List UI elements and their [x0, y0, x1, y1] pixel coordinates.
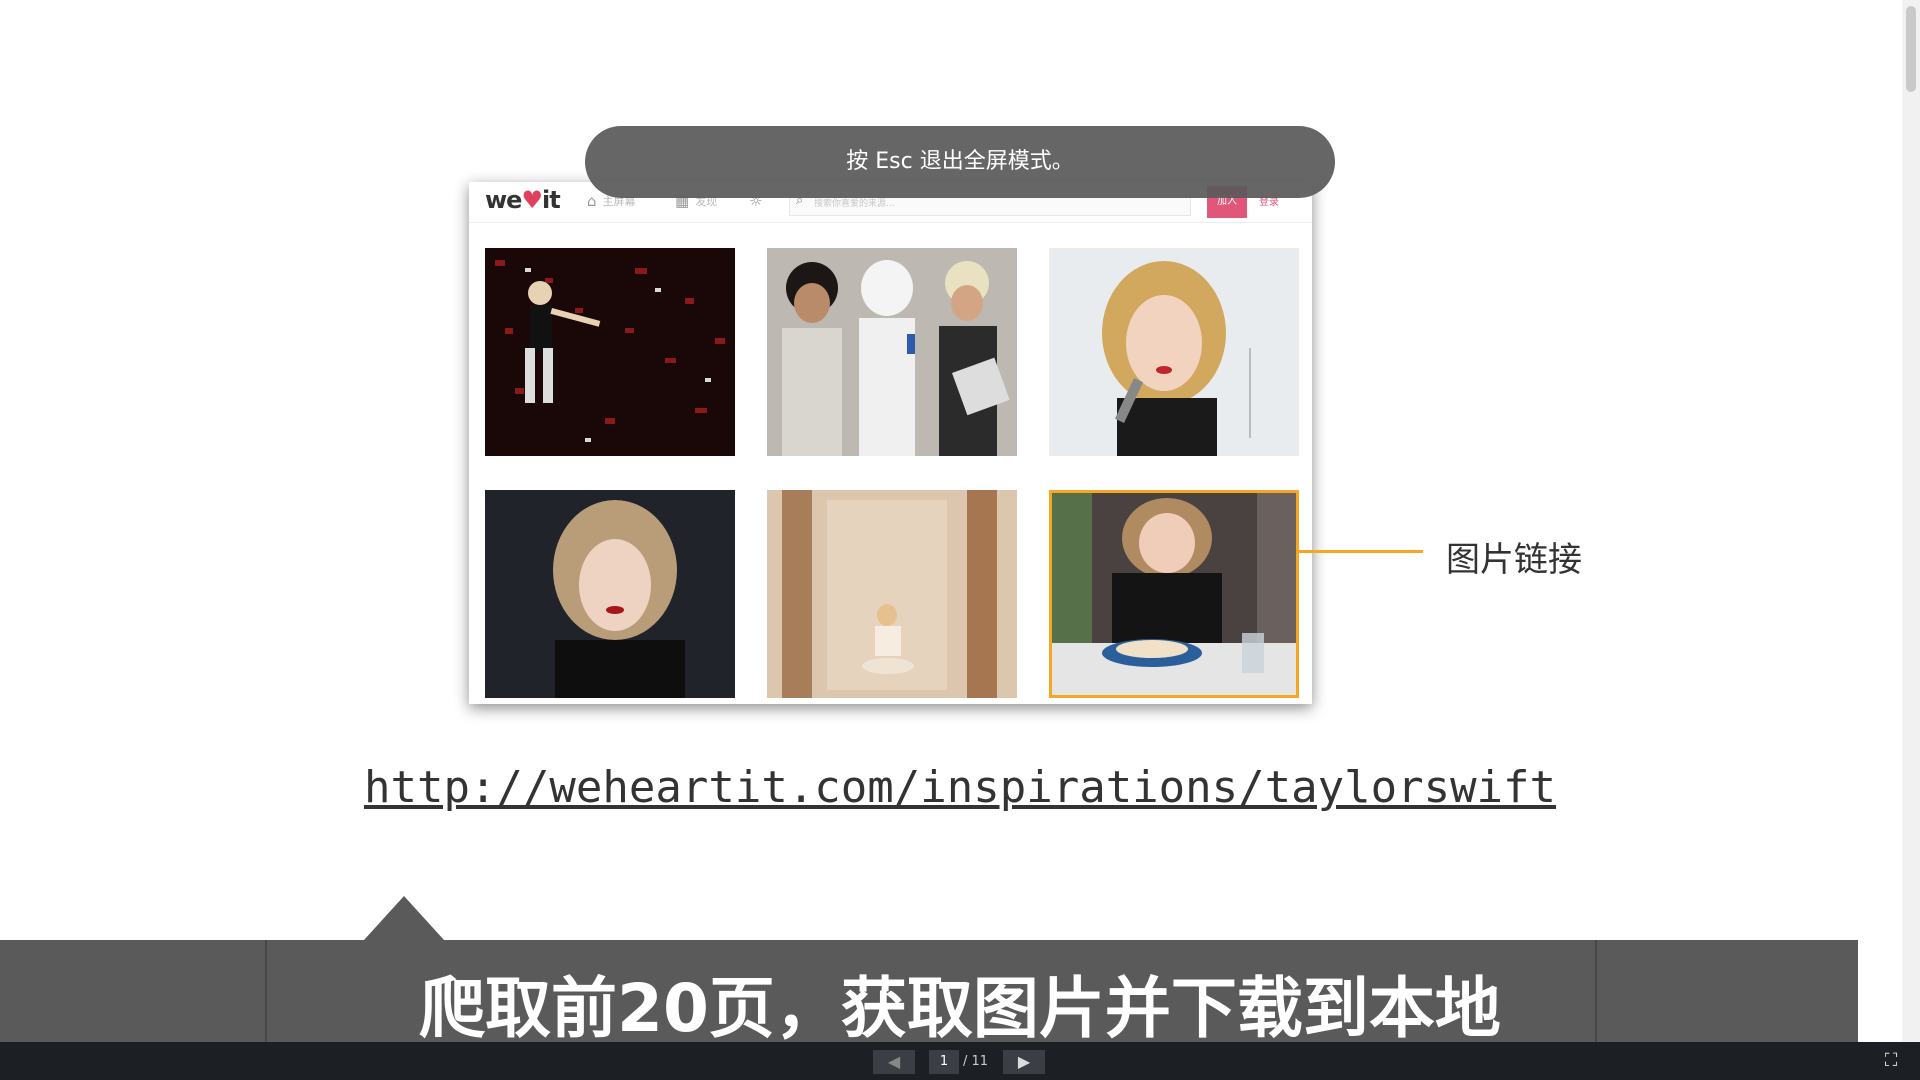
- page-total: / 11: [963, 1054, 989, 1069]
- image-tile-1[interactable]: [485, 248, 735, 456]
- triangle-right-icon: ▶: [1017, 1052, 1031, 1071]
- site-logo[interactable]: we♥it: [485, 186, 561, 214]
- image-tile-5[interactable]: [767, 490, 1017, 698]
- scrollbar[interactable]: [1902, 0, 1920, 1042]
- fullscreen-exit-hint: 按 Esc 退出全屏模式。: [585, 126, 1335, 198]
- caption-text: 爬取前20页，获取图片并下载到本地: [419, 970, 1501, 1047]
- presentation-controls: ◀ 1 / 11 ▶ ⛶: [0, 1042, 1920, 1080]
- photo-vintage: [767, 490, 1017, 698]
- heart-icon: ♥: [521, 186, 542, 214]
- scroll-thumb[interactable]: [1906, 6, 1916, 92]
- slide: we♥it ⌂ 主屏幕 ▦ 发现 ☼ ⌕ 搜索你喜爱的来源... 加入 登录 图…: [0, 0, 1920, 1080]
- triangle-left-icon: ◀: [887, 1052, 901, 1071]
- logo-text-suffix: it: [541, 186, 561, 214]
- home-icon: ⌂: [587, 192, 597, 210]
- next-slide-button[interactable]: ▶: [1003, 1050, 1045, 1074]
- image-tile-6-highlighted[interactable]: [1049, 490, 1299, 698]
- previous-slide-button[interactable]: ◀: [873, 1050, 915, 1074]
- caption-pointer: [364, 896, 444, 940]
- fullscreen-icon: ⛶: [1884, 1050, 1898, 1071]
- image-tile-4[interactable]: [485, 490, 735, 698]
- fullscreen-button[interactable]: ⛶: [1878, 1049, 1904, 1073]
- page-number-input[interactable]: 1: [929, 1050, 959, 1074]
- annotation-label: 图片链接: [1446, 540, 1582, 580]
- logo-text-prefix: we: [485, 186, 522, 214]
- photo-portrait-mic: [1049, 248, 1299, 456]
- image-tile-3[interactable]: [1049, 248, 1299, 456]
- embedded-screenshot: we♥it ⌂ 主屏幕 ▦ 发现 ☼ ⌕ 搜索你喜爱的来源... 加入 登录: [469, 182, 1312, 704]
- annotation-connector-line: [1299, 550, 1423, 553]
- photo-concert: [485, 248, 735, 456]
- photo-portrait-dark: [485, 490, 735, 698]
- photo-dining: [1052, 493, 1296, 695]
- image-tile-2[interactable]: [767, 248, 1017, 456]
- url-link[interactable]: http://weheartit.com/inspirations/taylor…: [0, 762, 1920, 813]
- photo-group: [767, 248, 1017, 456]
